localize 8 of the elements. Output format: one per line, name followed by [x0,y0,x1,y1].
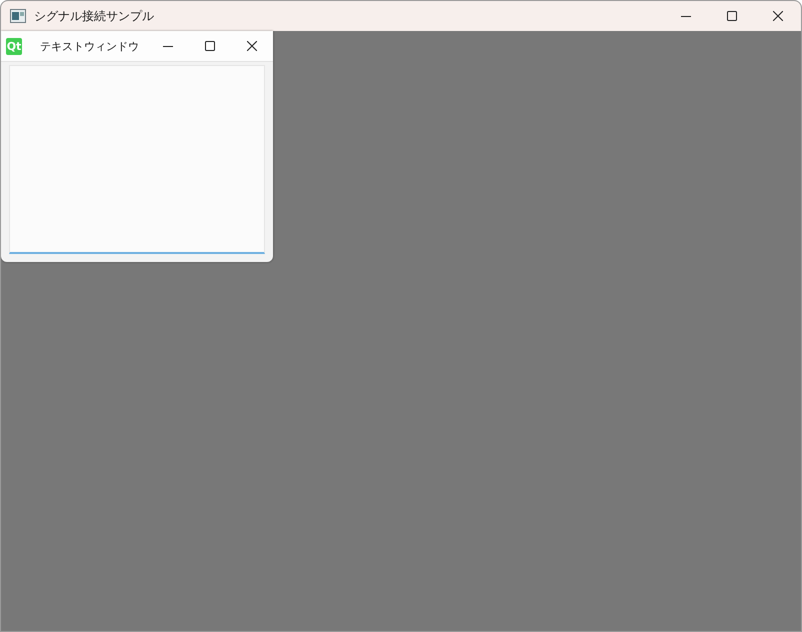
subwindow-title: テキストウィンドウ [40,38,139,54]
app-logo: Qt [6,38,22,54]
window-title: シグナル接続サンプル [34,8,154,24]
close-icon [773,11,783,21]
close-icon [247,41,257,51]
app-icon [10,9,26,23]
maximize-icon [727,11,737,21]
maximize-icon [205,41,215,51]
